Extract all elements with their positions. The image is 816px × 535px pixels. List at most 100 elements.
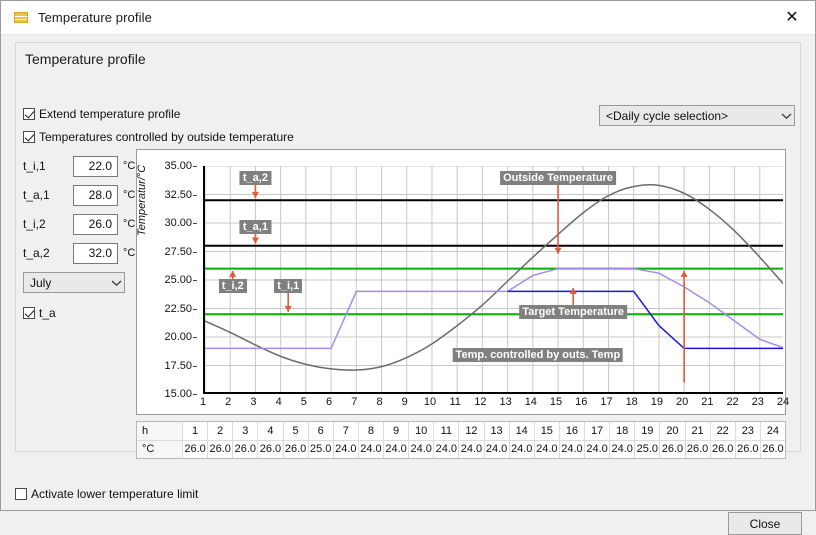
chart-x-tick-label: 22 xyxy=(726,396,739,408)
checkbox-extend-box[interactable] xyxy=(23,108,35,120)
field-ti2-input[interactable]: 26.0 xyxy=(73,213,118,235)
chart-y-axis-ticks: 35.00 32.50 30.00 27.50 25.00 22.50 20.00 17.50… xyxy=(137,150,197,414)
table-cell-value[interactable]: 24.0 xyxy=(434,440,460,458)
chart-x-tick-label: 9 xyxy=(401,396,408,408)
month-select-value: July xyxy=(30,275,52,290)
table-cell-value[interactable]: 24.0 xyxy=(384,440,410,458)
table-cell-value[interactable]: 24.0 xyxy=(359,440,384,458)
chart-x-axis-ticks: 1 2 3 4 5 6 7 8 9 10 11 12 13 14 15 16 17 18 19 20 21 22 23 24 xyxy=(199,396,789,412)
field-ti1: t_i,1 22.0 °C xyxy=(23,155,135,177)
checkbox-controlled-box[interactable] xyxy=(23,131,35,143)
close-button[interactable]: Close xyxy=(728,512,802,535)
field-ti2: t_i,2 26.0 °C xyxy=(23,213,135,235)
table-cell-value[interactable]: 26.0 xyxy=(284,440,309,458)
field-ta1-unit: °C xyxy=(123,189,136,201)
chart-arrow-head xyxy=(680,270,688,277)
table-cell-hour: 6 xyxy=(309,422,334,440)
table-cell-value[interactable]: 26.0 xyxy=(660,440,686,458)
chart-plot-area: t_a,2 t_a,1 t_i,2 t_i,1 Outside Temperature T… xyxy=(203,166,783,394)
chart-y-tick-label: 20.00 xyxy=(164,331,192,343)
table-cell-hour: 2 xyxy=(208,422,234,440)
table-cell-value[interactable]: 26.0 xyxy=(183,440,209,458)
table-cell-value[interactable]: 26.0 xyxy=(233,440,259,458)
field-ta2-input[interactable]: 32.0 xyxy=(73,242,118,264)
table-cell-hour: 16 xyxy=(560,422,585,440)
checkbox-lower-limit-label: Activate lower temperature limit xyxy=(31,487,199,501)
table-row-header: °C xyxy=(137,440,183,458)
field-ti1-unit: °C xyxy=(123,160,136,172)
table-cell-hour: 10 xyxy=(409,422,435,440)
table-cell-value[interactable]: 25.0 xyxy=(309,440,334,458)
chart-annotation-label: t_a,2 xyxy=(239,170,271,185)
chart-y-tick-mark xyxy=(193,337,197,338)
table-cell-hour: 15 xyxy=(535,422,560,440)
field-ta1-input[interactable]: 28.0 xyxy=(73,184,118,206)
chart-x-tick-label: 12 xyxy=(474,396,487,408)
chart-y-tick-label: 17.50 xyxy=(164,359,192,372)
table-cell-hour: 13 xyxy=(485,422,510,440)
chart-x-tick-label: 18 xyxy=(625,396,638,408)
table-cell-value[interactable]: 26.0 xyxy=(258,440,284,458)
chart-x-tick-label: 15 xyxy=(549,396,563,408)
chart-y-tick-mark xyxy=(193,365,197,367)
table-cell-value[interactable]: 24.0 xyxy=(485,440,510,458)
checkbox-extend-temperature-profile[interactable]: Extend temperature profile xyxy=(23,107,180,121)
checkbox-ta-box[interactable] xyxy=(23,307,35,319)
table-cell-value[interactable]: 26.0 xyxy=(711,440,736,458)
checkbox-ta[interactable]: t_a xyxy=(23,306,56,320)
chart-x-tick-label: 13 xyxy=(499,396,512,408)
field-ti1-input[interactable]: 22.0 xyxy=(73,155,118,177)
table-cell-hour: 4 xyxy=(258,422,284,440)
chevron-down-icon xyxy=(778,112,794,120)
chart-y-tick-label: 25.00 xyxy=(164,274,192,286)
hourly-temperature-table: h 1 2 3 4 5 6 7 8 9 10 11 12 13 14 15 16 17 18 19 20 21 22 23 24… xyxy=(136,421,786,459)
chart-y-tick-label: 27.50 xyxy=(164,245,192,258)
chart-x-tick-label: 5 xyxy=(300,396,307,408)
checkbox-lower-limit-box[interactable] xyxy=(15,488,27,500)
chart-y-tick-mark xyxy=(193,308,197,310)
table-cell-value[interactable]: 24.0 xyxy=(585,440,611,458)
daily-cycle-select-value: <Daily cycle selection> xyxy=(606,108,729,123)
table-cell-value[interactable]: 26.0 xyxy=(208,440,234,458)
chart-x-tick-label: 16 xyxy=(575,396,588,408)
table-cell-value[interactable]: 24.0 xyxy=(510,440,535,458)
table-cell-hour: 3 xyxy=(233,422,259,440)
chart-arrow-head xyxy=(554,247,562,254)
table-cell-value[interactable]: 25.0 xyxy=(635,440,661,458)
checkbox-activate-lower-temperature-limit[interactable]: Activate lower temperature limit xyxy=(15,487,198,501)
chart-series-line xyxy=(507,290,783,350)
group-title: Temperature profile xyxy=(25,51,146,67)
daily-cycle-select[interactable]: <Daily cycle selection> xyxy=(599,105,795,126)
chart-x-tick-label: 19 xyxy=(650,396,664,408)
table-cell-hour: 23 xyxy=(736,422,761,440)
table-cell-hour: 24 xyxy=(766,424,780,437)
table-cell-hour: 1 xyxy=(183,422,209,440)
table-cell-value[interactable]: 24.0 xyxy=(535,440,560,458)
table-cell-value[interactable]: 24.0 xyxy=(409,440,435,458)
close-icon[interactable]: ✕ xyxy=(769,1,815,33)
field-ta2-unit: °C xyxy=(123,247,136,259)
field-ti2-unit: °C xyxy=(123,218,136,230)
window-body: Temperature profile Extend temperature p… xyxy=(1,35,815,535)
table-cell-value[interactable]: 26.0 xyxy=(761,441,785,459)
chart-x-tick-label: 1 xyxy=(199,396,207,408)
chart-x-tick-label: 24 xyxy=(776,396,790,408)
chart-x-tick-label: 11 xyxy=(449,396,461,408)
field-ti1-label: t_i,1 xyxy=(23,159,46,173)
table-cell-hour: 20 xyxy=(660,422,686,440)
table-cell-value[interactable]: 24.0 xyxy=(560,440,585,458)
table-cell-value[interactable]: 24.0 xyxy=(459,440,485,458)
chart-y-tick-mark xyxy=(193,251,197,253)
table-cell-value[interactable]: 24.0 xyxy=(610,440,636,458)
table-cell-value[interactable]: 24.0 xyxy=(334,440,359,458)
checkbox-temperatures-controlled[interactable]: Temperatures controlled by outside tempe… xyxy=(23,130,294,144)
field-ta2-label: t_a,2 xyxy=(23,246,50,260)
month-select[interactable]: July xyxy=(23,272,125,293)
chart-x-tick-label: 4 xyxy=(275,396,282,408)
calendar-grid-icon xyxy=(14,12,28,23)
table-cell-value[interactable]: 26.0 xyxy=(736,440,761,458)
table-cell-value[interactable]: 26.0 xyxy=(686,440,711,458)
chart-x-tick-label: 6 xyxy=(326,396,333,408)
table-row-header: h xyxy=(137,422,183,440)
chart-annotation-label: Outside Temperature xyxy=(500,170,616,185)
